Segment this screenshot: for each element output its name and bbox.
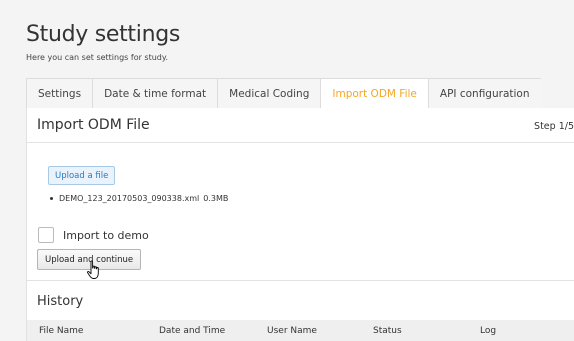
import-panel: Import ODM File Step 1/5 Upload a file D… <box>26 108 574 341</box>
tab-bar-filler <box>540 78 574 109</box>
hand-pointer-icon <box>87 260 99 279</box>
panel-title: Import ODM File <box>37 117 150 133</box>
column-header-user-name[interactable]: User Name <box>267 326 317 336</box>
import-to-demo-checkbox[interactable] <box>38 227 54 243</box>
column-header-file-name[interactable]: File Name <box>39 326 83 336</box>
tab-import-odm-file[interactable]: Import ODM File <box>320 78 428 109</box>
history-title: History <box>37 294 84 309</box>
bullet-icon <box>50 197 53 200</box>
page-title: Study settings <box>26 22 181 47</box>
column-header-date-time[interactable]: Date and Time <box>159 326 225 336</box>
tab-api-configuration[interactable]: API configuration <box>427 78 541 109</box>
history-divider <box>27 280 574 281</box>
history-table-header: File Name Date and Time User Name Status… <box>27 320 574 341</box>
tab-medical-coding[interactable]: Medical Coding <box>217 78 321 109</box>
tab-settings[interactable]: Settings <box>26 78 93 109</box>
upload-file-button[interactable]: Upload a file <box>48 166 116 185</box>
uploaded-file-item: DEMO_123_20170503_090338.xml 0.3MB <box>50 194 228 203</box>
column-header-log[interactable]: Log <box>480 326 496 336</box>
file-name: DEMO_123_20170503_090338.xml <box>59 194 200 203</box>
step-indicator: Step 1/5 <box>534 121 574 132</box>
column-header-status[interactable]: Status <box>373 326 402 336</box>
file-size: 0.3MB <box>203 194 229 203</box>
panel-header: Import ODM File Step 1/5 <box>27 108 574 143</box>
import-to-demo-label[interactable]: Import to demo <box>63 229 149 242</box>
settings-tabs: Settings Date & time format Medical Codi… <box>26 78 574 109</box>
page-subtitle: Here you can set settings for study. <box>26 53 169 62</box>
tab-date-time-format[interactable]: Date & time format <box>92 78 218 109</box>
import-to-demo-row: Import to demo <box>38 227 149 243</box>
